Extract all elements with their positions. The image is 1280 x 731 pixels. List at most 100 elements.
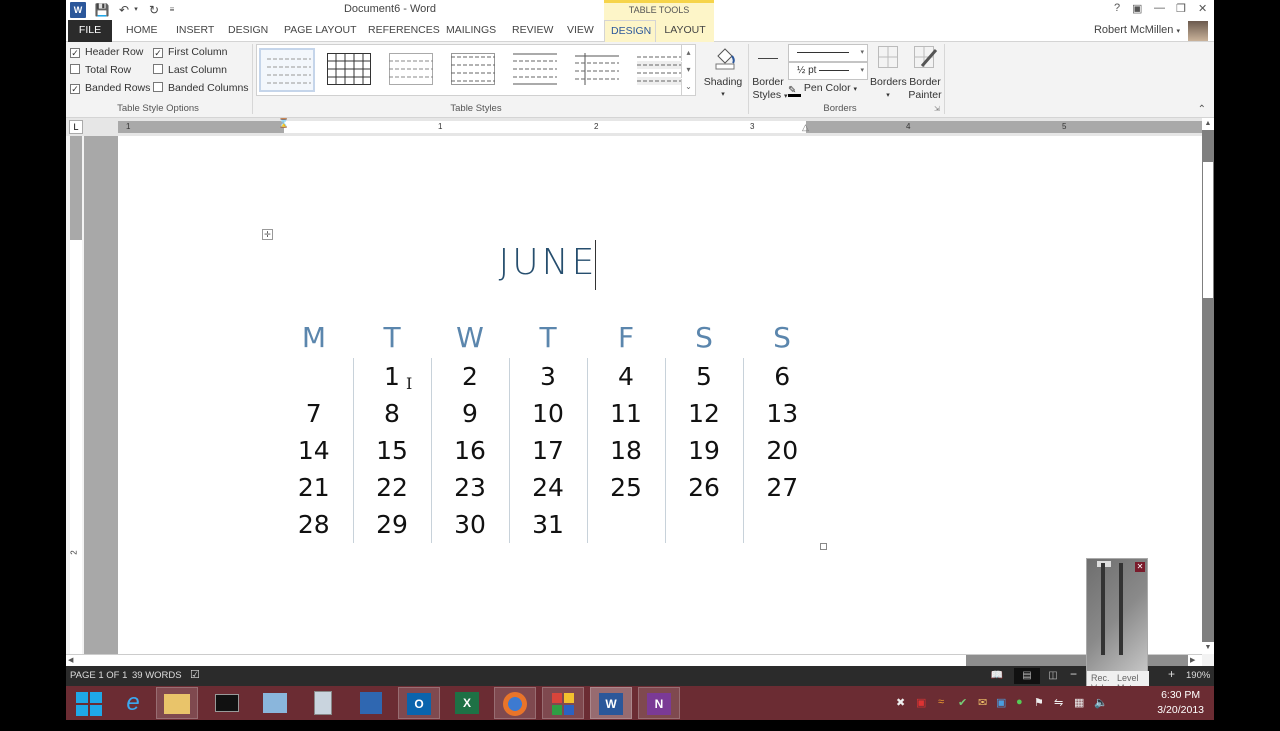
start-button[interactable] — [68, 687, 110, 719]
weekday-header[interactable]: S — [743, 316, 821, 358]
weekday-header[interactable]: T — [353, 316, 431, 358]
calendar-day-cell[interactable]: 14 — [275, 432, 353, 469]
line-weight-dropdown[interactable]: ½ pt ▾ — [788, 62, 868, 80]
calendar-day-cell[interactable]: 29 — [352, 506, 431, 543]
calendar-day-cell[interactable]: 9 — [430, 395, 509, 432]
calendar-day-cell[interactable] — [742, 506, 821, 543]
calendar-day-cell[interactable]: 30 — [430, 506, 509, 543]
calendar-day-cell[interactable]: 2 — [430, 358, 509, 395]
remote-desktop-icon[interactable] — [350, 687, 392, 719]
weekday-header[interactable]: F — [587, 316, 665, 358]
calendar-day-cell[interactable]: 26 — [664, 469, 743, 506]
tab-home[interactable]: HOME — [120, 20, 164, 42]
gallery-scroll-down-icon[interactable]: ▾ — [681, 62, 695, 78]
borders-dialog-launcher-icon[interactable]: ⇲ — [934, 105, 940, 113]
clock[interactable]: 6:30 PM 3/20/2013 — [1157, 688, 1204, 718]
user-account[interactable]: Robert McMillen ▾ — [1094, 24, 1180, 36]
tab-table-layout[interactable]: LAYOUT — [656, 20, 714, 42]
calendar-day-cell[interactable]: 31 — [508, 506, 587, 543]
outlook-tray-icon[interactable]: ▣ — [996, 696, 1006, 709]
indent-marker-icon[interactable]: ⌛ — [278, 118, 289, 129]
tab-references[interactable]: REFERENCES — [362, 20, 446, 42]
gallery-more-icon[interactable]: ⌄ — [681, 79, 695, 95]
word-count[interactable]: 39 WORDS — [132, 670, 182, 681]
network-icon[interactable]: ▦ — [1074, 696, 1084, 709]
total-row-checkbox[interactable]: Total Row — [70, 62, 131, 78]
table-style-banded[interactable] — [631, 48, 687, 92]
table-style-first-column[interactable] — [569, 48, 625, 92]
mail-icon[interactable]: ✉ — [978, 696, 987, 709]
weekday-header[interactable]: W — [431, 316, 509, 358]
action-center-flag-icon[interactable]: ⚑ — [1034, 696, 1044, 709]
calendar-day-cell[interactable]: 27 — [742, 469, 821, 506]
proofing-icon[interactable]: ☑ — [190, 668, 200, 681]
vertical-scroll-thumb[interactable] — [1203, 162, 1213, 298]
shading-button[interactable]: Shading ▾ — [702, 44, 744, 100]
vertical-scrollbar[interactable]: ▲ ▼ — [1202, 118, 1214, 654]
internet-explorer-icon[interactable]: e — [112, 687, 154, 719]
tab-review[interactable]: REVIEW — [506, 20, 559, 42]
tab-stop-selector[interactable]: L — [69, 120, 83, 134]
minimize-icon[interactable]: — — [1154, 2, 1165, 14]
tab-design[interactable]: DESIGN — [222, 20, 274, 42]
calendar-day-cell[interactable]: 19 — [664, 432, 743, 469]
calendar-day-cell[interactable]: 21 — [275, 469, 353, 506]
scroll-up-icon[interactable]: ▲ — [1202, 118, 1214, 130]
table-style-plain[interactable] — [259, 48, 315, 92]
banded-rows-checkbox[interactable]: ✓ Banded Rows — [70, 80, 150, 96]
calendar-day-cell[interactable]: 18 — [586, 432, 665, 469]
header-row-checkbox[interactable]: ✓ Header Row — [70, 44, 143, 60]
calendar-day-cell[interactable]: 3 — [508, 358, 587, 395]
word-icon[interactable]: W — [590, 687, 632, 719]
gallery-scroll-up-icon[interactable]: ▴ — [681, 45, 695, 61]
banded-columns-checkbox[interactable]: Banded Columns — [153, 80, 249, 96]
calendar-day-cell[interactable] — [586, 506, 665, 543]
calculator-icon[interactable] — [302, 687, 344, 719]
zoom-level[interactable]: 190% — [1186, 670, 1210, 681]
border-painter-button[interactable]: Border Painter — [906, 44, 944, 102]
tab-page-layout[interactable]: PAGE LAYOUT — [278, 20, 363, 42]
close-icon[interactable]: ✕ — [1135, 562, 1145, 572]
horizontal-ruler[interactable]: 1 1 2 3 4 5 ⌛ △ — [118, 118, 1202, 133]
calendar-day-cell[interactable]: 6 — [742, 358, 821, 395]
tab-view[interactable]: VIEW — [561, 20, 600, 42]
page-count[interactable]: PAGE 1 OF 1 — [70, 670, 127, 681]
first-column-checkbox[interactable]: ✓ First Column — [153, 44, 228, 60]
tab-insert[interactable]: INSERT — [170, 20, 220, 42]
last-column-checkbox[interactable]: Last Column — [153, 62, 227, 78]
video-tray-icon[interactable]: ▣ — [916, 696, 926, 709]
volume-icon[interactable]: 🔈 — [1094, 696, 1108, 709]
document-page[interactable]: ✛ JUNE MTWTFSS 1 2 3 4 5 6 7 8 9 10 11 12 13 14 15 16 17… — [118, 136, 1202, 654]
close-icon[interactable]: ✕ — [1198, 2, 1207, 15]
help-icon[interactable]: ? — [1114, 2, 1120, 14]
file-explorer-icon[interactable] — [156, 687, 198, 719]
onenote-icon[interactable]: N — [638, 687, 680, 719]
table-resize-handle[interactable] — [820, 543, 827, 550]
right-indent-marker-icon[interactable]: △ — [802, 122, 809, 133]
calendar-day-cell[interactable]: 22 — [352, 469, 431, 506]
calendar-table[interactable]: MTWTFSS 1 2 3 4 5 6 7 8 9 10 11 12 13 14 15 16 17 18 19 20 2… — [275, 316, 821, 543]
calendar-day-cell[interactable]: 20 — [742, 432, 821, 469]
app-grid-icon[interactable] — [542, 687, 584, 719]
excel-icon[interactable]: X — [446, 687, 488, 719]
zoom-in-icon[interactable]: + — [1168, 667, 1175, 681]
web-layout-icon[interactable]: ◫ — [1044, 668, 1062, 684]
weekday-header[interactable]: S — [665, 316, 743, 358]
border-styles-button[interactable]: Border Styles ▾ — [750, 44, 788, 102]
firefox-icon[interactable] — [494, 687, 536, 719]
month-title[interactable]: JUNE — [448, 242, 648, 283]
calendar-day-cell[interactable]: 8 — [352, 395, 431, 432]
vertical-ruler[interactable]: 2 — [70, 136, 82, 654]
control-panel-icon[interactable] — [254, 687, 296, 719]
calendar-day-cell[interactable]: 24 — [508, 469, 587, 506]
weekday-header[interactable]: T — [509, 316, 587, 358]
ribbon-display-options-icon[interactable]: ▣ — [1132, 2, 1142, 15]
calendar-day-cell[interactable]: 23 — [430, 469, 509, 506]
table-style-grid-2[interactable] — [445, 48, 501, 92]
calendar-day-cell[interactable]: 10 — [508, 395, 587, 432]
calendar-day-cell[interactable]: 17 — [508, 432, 587, 469]
calendar-day-cell[interactable]: 5 — [664, 358, 743, 395]
tab-file[interactable]: FILE — [68, 20, 112, 42]
wifi-icon[interactable]: ≈ — [938, 696, 944, 708]
print-layout-icon[interactable]: ▤ — [1014, 668, 1040, 684]
